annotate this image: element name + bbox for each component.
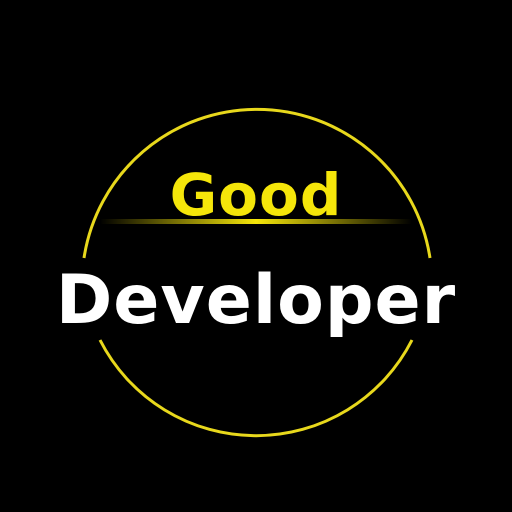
logo-word-good: Good	[169, 161, 343, 229]
circle-ring	[82, 107, 432, 438]
ring-lower-arc	[98, 339, 414, 438]
logo-word-developer: Developer	[55, 261, 457, 340]
logo-canvas: Good Developer	[0, 0, 512, 512]
